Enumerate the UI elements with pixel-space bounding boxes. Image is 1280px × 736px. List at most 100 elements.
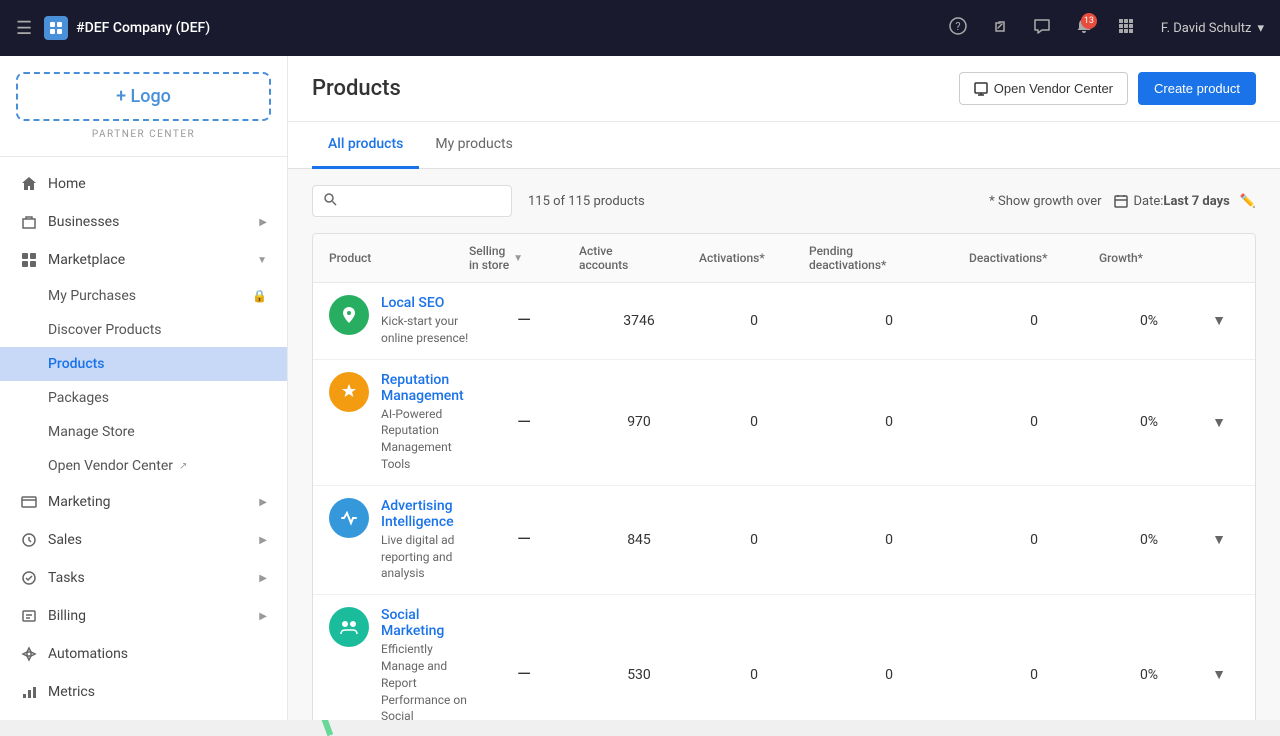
sidebar-item-marketing[interactable]: Marketing ▶: [0, 483, 287, 521]
user-name: F. David Schultz: [1161, 21, 1252, 36]
cell-activations: 0: [699, 667, 809, 683]
product-icon-local-seo: [329, 295, 369, 335]
table-row[interactable]: Social Marketing Efficiently Manage and …: [313, 595, 1255, 720]
sidebar-label-my-purchases: My Purchases: [48, 288, 136, 304]
product-name[interactable]: Social Marketing: [381, 607, 469, 639]
user-menu[interactable]: F. David Schultz ▾: [1161, 21, 1264, 36]
sidebar-item-open-vendor-center[interactable]: Open Vendor Center ↗: [0, 449, 287, 483]
col-selling[interactable]: Sellingin store ▼: [469, 244, 579, 272]
sidebar-item-metrics[interactable]: Metrics: [0, 673, 287, 711]
product-name[interactable]: Reputation Management: [381, 372, 469, 404]
col-product: Product: [329, 251, 469, 265]
table-row[interactable]: Reputation Management AI-Powered Reputat…: [313, 360, 1255, 486]
show-growth-text: * Show growth over: [989, 194, 1101, 209]
products-table: Product Sellingin store ▼ Activeaccounts…: [312, 233, 1256, 720]
sidebar-item-home[interactable]: Home: [0, 165, 287, 203]
link-icon[interactable]: [985, 11, 1015, 45]
external-link-icon: ↗: [179, 461, 187, 472]
table-header: Product Sellingin store ▼ Activeaccounts…: [313, 234, 1255, 283]
row-expand-btn[interactable]: ▼: [1199, 414, 1239, 431]
automations-icon: [20, 645, 38, 663]
product-info-local-seo: Local SEO Kick-start your online presenc…: [381, 295, 469, 347]
tabs-bar: All products My products: [288, 122, 1280, 169]
home-icon: [20, 175, 38, 193]
cell-selling: —: [469, 310, 579, 331]
sidebar-item-packages[interactable]: Packages: [0, 381, 287, 415]
product-info-social: Social Marketing Efficiently Manage and …: [381, 607, 469, 720]
hamburger-menu[interactable]: ☰: [16, 18, 32, 39]
product-cell-advertising: Advertising Intelligence Live digital ad…: [329, 498, 469, 582]
marketplace-arrow: ▼: [257, 255, 267, 266]
product-desc: Efficiently Manage and Report Performanc…: [381, 641, 469, 720]
apps-icon[interactable]: [1111, 11, 1141, 45]
products-content: 115 of 115 products * Show growth over D…: [288, 169, 1280, 720]
sidebar-item-automations[interactable]: Automations: [0, 635, 287, 673]
marketing-arrow: ▶: [259, 497, 267, 508]
product-name[interactable]: Local SEO: [381, 295, 469, 311]
col-active: Activeaccounts: [579, 244, 699, 272]
row-expand-btn[interactable]: ▼: [1199, 312, 1239, 329]
help-icon[interactable]: ?: [943, 11, 973, 45]
sidebar-label-businesses: Businesses: [48, 214, 119, 230]
table-row[interactable]: Advertising Intelligence Live digital ad…: [313, 486, 1255, 595]
sidebar-item-my-purchases[interactable]: My Purchases 🔒: [0, 279, 287, 313]
filter-bar: 115 of 115 products * Show growth over D…: [312, 185, 1256, 217]
cell-active: 3746: [579, 313, 699, 329]
tab-all-products[interactable]: All products: [312, 122, 419, 169]
cell-active: 530: [579, 667, 699, 683]
businesses-icon: [20, 213, 38, 231]
cell-pending: 0: [809, 667, 969, 683]
sidebar-item-administration[interactable]: Administration: [0, 711, 287, 720]
partner-logo[interactable]: + Logo: [16, 72, 271, 121]
product-name[interactable]: Advertising Intelligence: [381, 498, 469, 530]
col-pending-deactivations: Pendingdeactivations*: [809, 244, 969, 272]
sidebar-label-home: Home: [48, 176, 86, 192]
sidebar-item-tasks[interactable]: Tasks ▶: [0, 559, 287, 597]
product-info-reputation: Reputation Management AI-Powered Reputat…: [381, 372, 469, 473]
cell-growth: 0%: [1099, 667, 1199, 683]
notifications-icon[interactable]: 13: [1069, 11, 1099, 45]
sidebar-label-products: Products: [48, 356, 105, 372]
cell-deactivations: 0: [969, 313, 1099, 329]
sidebar-item-products[interactable]: Products: [0, 347, 287, 381]
search-box[interactable]: [312, 185, 512, 217]
row-expand-btn[interactable]: ▼: [1199, 666, 1239, 683]
cell-activations: 0: [699, 313, 809, 329]
sidebar-label-tasks: Tasks: [48, 570, 85, 586]
billing-arrow: ▶: [259, 611, 267, 622]
cell-active: 970: [579, 414, 699, 430]
create-product-button[interactable]: Create product: [1138, 72, 1256, 105]
billing-icon: [20, 607, 38, 625]
sidebar-label-marketplace: Marketplace: [48, 252, 125, 268]
open-vendor-center-button[interactable]: Open Vendor Center: [959, 72, 1128, 105]
search-input[interactable]: [343, 194, 493, 209]
cell-activations: 0: [699, 532, 809, 548]
tasks-icon: [20, 569, 38, 587]
chat-icon[interactable]: [1027, 11, 1057, 45]
cell-pending: 0: [809, 414, 969, 430]
product-icon-reputation: [329, 372, 369, 412]
sidebar-item-discover-products[interactable]: Discover Products: [0, 313, 287, 347]
sidebar-label-manage-store: Manage Store: [48, 424, 135, 440]
tasks-arrow: ▶: [259, 573, 267, 584]
table-row[interactable]: Local SEO Kick-start your online presenc…: [313, 283, 1255, 360]
date-filter[interactable]: Date:Last 7 days ✏️: [1114, 194, 1256, 209]
cell-activations: 0: [699, 414, 809, 430]
cell-deactivations: 0: [969, 414, 1099, 430]
cell-pending: 0: [809, 532, 969, 548]
sidebar-item-businesses[interactable]: Businesses ▶: [0, 203, 287, 241]
edit-date-icon[interactable]: ✏️: [1240, 194, 1256, 209]
sidebar-item-billing[interactable]: Billing ▶: [0, 597, 287, 635]
cell-selling: —: [469, 412, 579, 433]
sidebar-item-sales[interactable]: Sales ▶: [0, 521, 287, 559]
row-expand-btn[interactable]: ▼: [1199, 531, 1239, 548]
sidebar-item-manage-store[interactable]: Manage Store: [0, 415, 287, 449]
product-icon-advertising: [329, 498, 369, 538]
notification-count: 13: [1081, 13, 1097, 29]
marketing-icon: [20, 493, 38, 511]
marketplace-icon: [20, 251, 38, 269]
sidebar-label-marketing: Marketing: [48, 494, 111, 510]
sidebar-item-marketplace[interactable]: Marketplace ▼: [0, 241, 287, 279]
col-activations: Activations*: [699, 251, 809, 265]
tab-my-products[interactable]: My products: [419, 122, 529, 169]
